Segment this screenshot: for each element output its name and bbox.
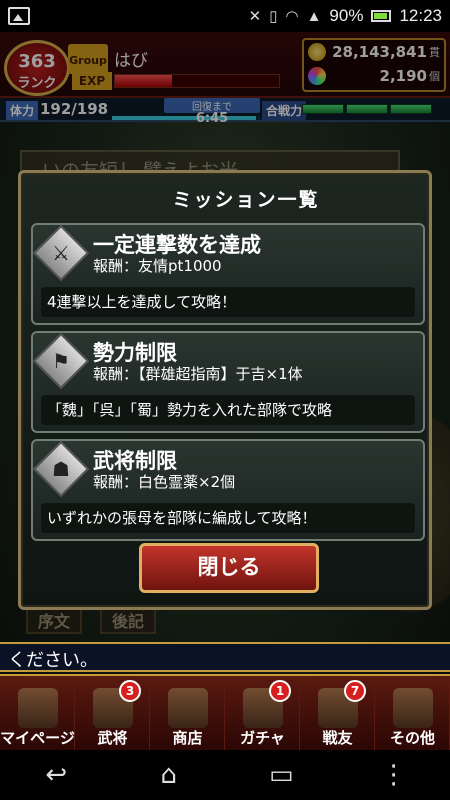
home-icon[interactable]: ⌂ bbox=[139, 760, 199, 790]
wifi-icon: ◠ bbox=[285, 8, 299, 25]
mission-reward: 報酬：友情pt1000 bbox=[93, 257, 222, 275]
nav-generals[interactable]: 3 武将 bbox=[75, 676, 150, 750]
notification-badge: 7 bbox=[344, 680, 366, 702]
battery-icon bbox=[371, 10, 392, 22]
nav-label: ガチャ bbox=[240, 729, 285, 747]
menu-icon[interactable]: ⋮ bbox=[364, 760, 424, 790]
mission-card: ☗ 武将制限 報酬：白色霊薬×2個 いずれかの張母を部隊に編成して攻略！ bbox=[31, 439, 425, 541]
nav-label: 商店 bbox=[172, 729, 203, 747]
castle-icon bbox=[18, 688, 58, 728]
mission-list-dialog: ミッション一覧 ⚔ 一定連撃数を達成 報酬：友情pt1000 4連撃以上を達成し… bbox=[18, 170, 432, 610]
mission-card: ⚔ 一定連撃数を達成 報酬：友情pt1000 4連撃以上を達成して攻略！ bbox=[31, 223, 425, 325]
dialog-title: ミッション一覧 bbox=[172, 189, 320, 211]
back-icon[interactable]: ↩ bbox=[26, 760, 86, 790]
android-nav-bar: ↩ ⌂ ▭ ⋮ bbox=[0, 750, 450, 800]
recent-apps-icon[interactable]: ▭ bbox=[251, 760, 311, 790]
status-bar: ✕ ▯ ◠ ▲ 90% 12:23 bbox=[0, 0, 450, 32]
mission-card: ⚑ 勢力制限 報酬：【群雄超指南】于吉×1体 「魏」「呉」「蜀」勢力を入れた部隊… bbox=[31, 331, 425, 433]
bottom-nav: マイページ 3 武将 商店 1 ガチャ 7 戦友 その他 bbox=[0, 674, 450, 750]
nav-other[interactable]: その他 bbox=[375, 676, 450, 750]
helmet-icon: ☗ bbox=[32, 440, 90, 498]
notification-badge: 3 bbox=[119, 680, 141, 702]
message-ticker: ください。 bbox=[0, 642, 450, 672]
sim-icon: ▯ bbox=[269, 8, 278, 25]
nav-mypage[interactable]: マイページ bbox=[0, 676, 75, 750]
mission-description: いずれかの張母を部隊に編成して攻略！ bbox=[41, 503, 415, 533]
sword-icon: ⚔ bbox=[32, 224, 90, 282]
nav-friends[interactable]: 7 戦友 bbox=[300, 676, 375, 750]
nav-label: 戦友 bbox=[322, 729, 353, 747]
flag-icon: ⚑ bbox=[32, 332, 90, 390]
mute-icon: ✕ bbox=[248, 8, 262, 25]
nav-label: 武将 bbox=[97, 729, 128, 747]
nav-shop[interactable]: 商店 bbox=[150, 676, 225, 750]
mission-reward: 報酬：【群雄超指南】于吉×1体 bbox=[93, 365, 303, 383]
nav-gacha[interactable]: 1 ガチャ bbox=[225, 676, 300, 750]
clock: 12:23 bbox=[399, 6, 442, 25]
mission-description: 4連撃以上を達成して攻略！ bbox=[41, 287, 415, 317]
mission-description: 「魏」「呉」「蜀」勢力を入れた部隊で攻略 bbox=[41, 395, 415, 425]
battery-percent: 90% bbox=[329, 6, 364, 25]
signal-icon: ▲ bbox=[306, 7, 322, 25]
nav-label: マイページ bbox=[0, 729, 75, 747]
notification-badge: 1 bbox=[269, 680, 291, 702]
mission-reward: 報酬：白色霊薬×2個 bbox=[93, 473, 236, 491]
game-screen: 363 ランク Group はび EXP 28,143,841 貫 2,190 … bbox=[0, 32, 450, 750]
close-button[interactable]: 閉じる bbox=[139, 543, 319, 593]
shop-icon bbox=[168, 688, 208, 728]
books-icon bbox=[393, 688, 433, 728]
nav-label: その他 bbox=[389, 729, 435, 747]
gallery-icon bbox=[8, 7, 30, 25]
